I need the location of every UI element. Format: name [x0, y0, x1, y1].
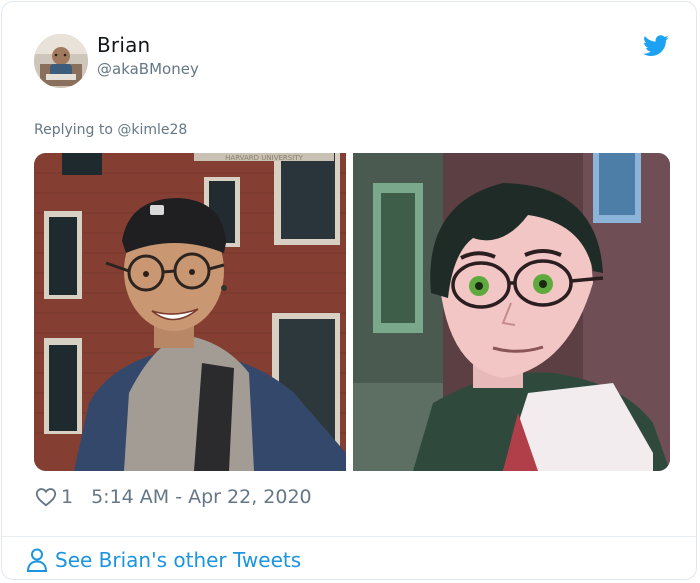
- photo-sign-text: HARVARD UNIVERSITY: [225, 154, 303, 162]
- author-name[interactable]: Brian: [97, 33, 150, 57]
- like-count: 1: [61, 486, 74, 508]
- photo-anime[interactable]: [353, 153, 670, 471]
- tweet-timestamp[interactable]: 5:14 AM - Apr 22, 2020: [91, 486, 312, 508]
- see-other-tweets-label[interactable]: See Brian's other Tweets: [55, 548, 301, 572]
- avatar-image: [34, 34, 88, 88]
- replying-mention-link[interactable]: @kimle28: [117, 122, 187, 138]
- twitter-bird-icon[interactable]: [643, 35, 669, 57]
- photo-original[interactable]: HARVARD UNIVERSITY: [34, 153, 346, 471]
- tweet-meta: 1 5:14 AM - Apr 22, 2020: [35, 484, 312, 510]
- avatar[interactable]: [34, 34, 88, 88]
- author-handle[interactable]: @akaBMoney: [97, 60, 199, 78]
- see-other-tweets-link[interactable]: See Brian's other Tweets: [25, 545, 301, 575]
- replying-prefix: Replying to: [34, 122, 118, 138]
- heart-icon[interactable]: [35, 486, 57, 508]
- person-icon: [26, 548, 48, 572]
- footer-divider: [2, 536, 696, 537]
- tweet-card: Brian @akaBMoney Replying to @kimle28 HA…: [1, 1, 697, 580]
- replying-to: Replying to @kimle28: [34, 122, 187, 138]
